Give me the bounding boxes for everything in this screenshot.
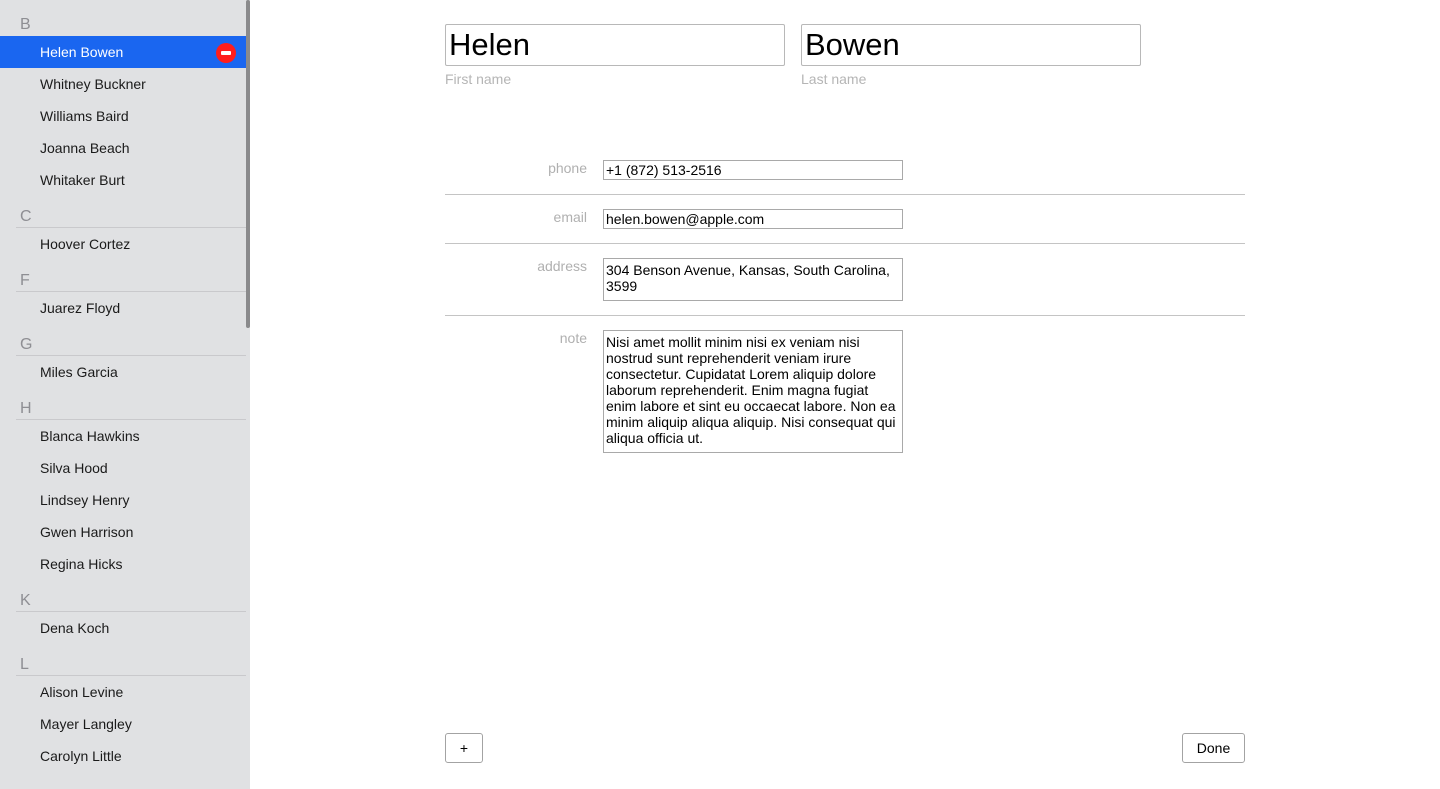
contact-name: Regina Hicks: [40, 556, 123, 572]
contact-name: Juarez Floyd: [40, 300, 121, 316]
group-header: B: [20, 16, 31, 33]
contact-group-f: F Juarez Floyd: [0, 272, 246, 324]
contact-name: Alison Levine: [40, 684, 124, 700]
contact-list-item[interactable]: Dena Koch: [0, 612, 246, 644]
last-name-input[interactable]: [801, 24, 1141, 66]
contact-group-g: G Miles Garcia: [0, 336, 246, 388]
contact-list-item[interactable]: Whitaker Burt: [0, 164, 246, 196]
contact-name: Whitaker Burt: [40, 172, 125, 188]
contact-name: Silva Hood: [40, 460, 108, 476]
note-row: note Nisi amet mollit minim nisi ex veni…: [445, 316, 1245, 456]
phone-label: phone: [548, 160, 587, 176]
contact-name: Gwen Harrison: [40, 524, 134, 540]
contact-group-l: L Alison Levine Mayer Langley Carolyn Littl…: [0, 656, 246, 772]
contact-group-h: H Blanca Hawkins Silva Hood Lindsey Henry Gw…: [0, 400, 246, 580]
contact-name: Blanca Hawkins: [40, 428, 140, 444]
contact-name: Joanna Beach: [40, 140, 130, 156]
contact-group-b: B Helen Bowen Whitney Buckner Williams Bair…: [0, 16, 246, 196]
add-field-button[interactable]: +: [445, 733, 483, 763]
email-input[interactable]: [603, 209, 903, 229]
address-input[interactable]: 304 Benson Avenue, Kansas, South Carolin…: [603, 258, 903, 301]
contact-name: Helen Bowen: [40, 44, 124, 60]
email-label: email: [553, 209, 587, 225]
contact-list-item[interactable]: Carolyn Little: [0, 740, 246, 772]
last-name-group: Last name: [801, 24, 1141, 87]
group-header: H: [16, 400, 246, 420]
address-row: address 304 Benson Avenue, Kansas, South…: [445, 244, 1245, 316]
contact-list-item[interactable]: Gwen Harrison: [0, 516, 246, 548]
first-name-input[interactable]: [445, 24, 785, 66]
contact-name: Carolyn Little: [40, 748, 122, 764]
phone-input[interactable]: [603, 160, 903, 180]
done-button[interactable]: Done: [1182, 733, 1245, 763]
contact-group-k: K Dena Koch: [0, 592, 246, 644]
contact-name: Dena Koch: [40, 620, 110, 636]
group-header: G: [16, 336, 246, 356]
contact-list-item[interactable]: Alison Levine: [0, 676, 246, 708]
contact-detail: First name Last name phone email address…: [250, 0, 1440, 789]
contact-list-item[interactable]: Regina Hicks: [0, 548, 246, 580]
contact-list-item[interactable]: Silva Hood: [0, 452, 246, 484]
last-name-caption: Last name: [801, 71, 867, 87]
contact-list-item[interactable]: Lindsey Henry: [0, 484, 246, 516]
delete-contact-icon[interactable]: [216, 43, 236, 63]
contact-name: Williams Baird: [40, 108, 129, 124]
contact-list-item[interactable]: Williams Baird: [0, 100, 246, 132]
group-header: C: [16, 208, 246, 228]
contact-list-item[interactable]: Miles Garcia: [0, 356, 246, 388]
contact-list-item[interactable]: Hoover Cortez: [0, 228, 246, 260]
first-name-group: First name: [445, 24, 785, 87]
first-name-caption: First name: [445, 71, 512, 87]
contact-list: B Helen Bowen Whitney Buckner Williams Bair…: [0, 0, 246, 784]
contact-name: Lindsey Henry: [40, 492, 130, 508]
contact-list-item[interactable]: Blanca Hawkins: [0, 420, 246, 452]
contact-name: Whitney Buckner: [40, 76, 146, 92]
contact-list-item[interactable]: Whitney Buckner: [0, 68, 246, 100]
contact-name: Miles Garcia: [40, 364, 118, 380]
contact-list-item[interactable]: Helen Bowen: [0, 36, 246, 68]
contact-group-c: C Hoover Cortez: [0, 208, 246, 260]
contact-list-item[interactable]: Mayer Langley: [0, 708, 246, 740]
address-label: address: [537, 258, 587, 274]
phone-row: phone: [445, 150, 1245, 195]
note-input[interactable]: Nisi amet mollit minim nisi ex veniam ni…: [603, 330, 903, 453]
contact-name: Mayer Langley: [40, 716, 132, 732]
group-header: K: [16, 592, 246, 612]
group-header: L: [16, 656, 246, 676]
note-label: note: [559, 330, 587, 346]
contact-list-item[interactable]: Joanna Beach: [0, 132, 246, 164]
contact-name: Hoover Cortez: [40, 236, 131, 252]
group-header: F: [16, 272, 246, 292]
contacts-sidebar: B Helen Bowen Whitney Buckner Williams Bair…: [0, 0, 250, 789]
contacts-app: B Helen Bowen Whitney Buckner Williams Bair…: [0, 0, 1440, 789]
email-row: email: [445, 195, 1245, 244]
contact-list-item[interactable]: Juarez Floyd: [0, 292, 246, 324]
